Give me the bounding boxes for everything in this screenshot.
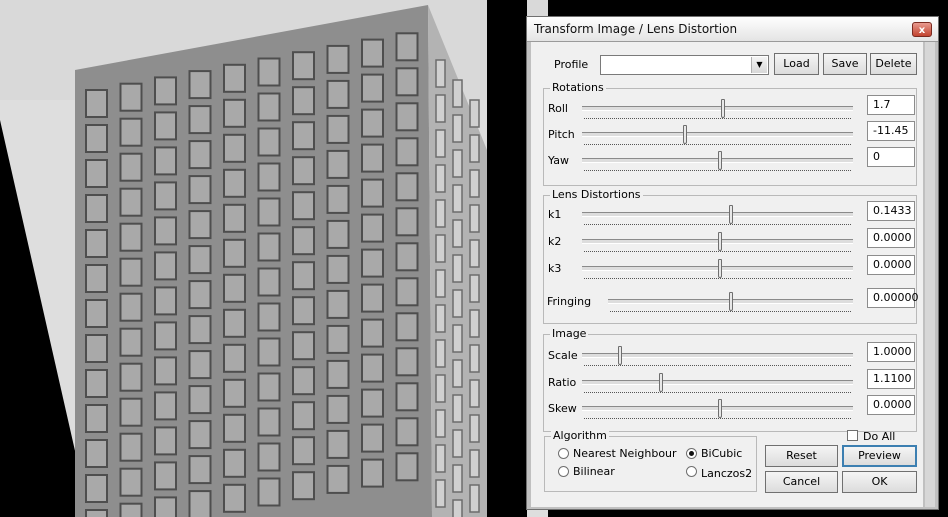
fringing-label: Fringing [547, 295, 592, 308]
ratio-value-field[interactable]: 1.1100 [867, 369, 915, 389]
ratio-slider-ticks [584, 392, 851, 394]
fringing-slider-ticks [610, 311, 851, 313]
reset-button[interactable]: Reset [765, 445, 838, 467]
delete-button[interactable]: Delete [870, 53, 917, 75]
k1-label: k1 [548, 208, 562, 221]
profile-label: Profile [554, 58, 589, 71]
roll-slider-thumb[interactable] [720, 99, 725, 118]
roll-label: Roll [548, 102, 568, 115]
dialog-title: Transform Image / Lens Distortion [534, 22, 738, 36]
k2-slider-thumb[interactable] [718, 232, 723, 251]
bilinear-label: Bilinear [573, 465, 615, 478]
ratio-slider-track[interactable] [582, 380, 853, 385]
bicubic-label: BiCubic [701, 447, 743, 460]
pitch-slider-ticks [584, 144, 851, 146]
profile-dropdown[interactable]: ▼ [600, 55, 769, 75]
k3-slider-ticks [584, 278, 851, 280]
load-button[interactable]: Load [774, 53, 819, 75]
lanczos2-label: Lanczos2 [701, 467, 753, 480]
scrollbar[interactable] [925, 42, 935, 507]
cancel-button[interactable]: Cancel [765, 471, 838, 493]
k1-slider-thumb[interactable] [729, 205, 734, 224]
algorithm-title: Algorithm [551, 429, 609, 442]
lanczos2-radio[interactable] [686, 466, 697, 477]
k1-slider-ticks [584, 224, 851, 226]
dialog-client: Profile ▼ Load Save Delete Rotations Rol… [531, 42, 923, 507]
transform-dialog: Transform Image / Lens Distortion x Prof… [526, 16, 939, 510]
roll-slider-track[interactable] [582, 106, 853, 111]
fringing-slider-thumb[interactable] [728, 292, 733, 311]
k3-value-field[interactable]: 0.0000 [867, 255, 915, 275]
bilinear-radio[interactable] [558, 466, 569, 477]
skew-value-field[interactable]: 0.0000 [867, 395, 915, 415]
image-title: Image [550, 327, 589, 340]
chevron-down-icon[interactable]: ▼ [751, 57, 767, 73]
ratio-label: Ratio [548, 376, 577, 389]
scale-slider-thumb[interactable] [617, 346, 622, 365]
pitch-label: Pitch [548, 128, 575, 141]
k1-slider-track[interactable] [582, 212, 853, 217]
yaw-value-field[interactable]: 0 [867, 147, 915, 167]
do-all-checkbox[interactable] [847, 430, 858, 441]
save-button[interactable]: Save [823, 53, 867, 75]
yaw-slider-ticks [584, 170, 851, 172]
k1-value-field[interactable]: 0.1433 [867, 201, 915, 221]
rotations-title: Rotations [550, 81, 606, 94]
pitch-slider-thumb[interactable] [682, 125, 687, 144]
yaw-label: Yaw [548, 154, 569, 167]
k2-label: k2 [548, 235, 562, 248]
k2-slider-ticks [584, 251, 851, 253]
dialog-titlebar[interactable]: Transform Image / Lens Distortion x [527, 17, 938, 42]
bicubic-radio[interactable] [686, 448, 697, 459]
pitch-slider-track[interactable] [582, 132, 853, 137]
fringing-value-field[interactable]: 0.00000 [867, 288, 919, 308]
close-icon[interactable]: x [912, 22, 932, 37]
ok-button[interactable]: OK [842, 471, 917, 493]
roll-slider-ticks [584, 118, 851, 120]
k3-slider-thumb[interactable] [718, 259, 723, 278]
k3-label: k3 [548, 262, 562, 275]
nearest-neighbour-label: Nearest Neighbour [573, 447, 677, 460]
nearest-neighbour-radio[interactable] [558, 448, 569, 459]
scale-label: Scale [548, 349, 578, 362]
skew-slider-ticks [584, 418, 851, 420]
preview-button[interactable]: Preview [842, 445, 917, 467]
skew-label: Skew [548, 402, 577, 415]
pitch-value-field[interactable]: -11.45 [867, 121, 915, 141]
scale-value-field[interactable]: 1.0000 [867, 342, 915, 362]
lens-distortions-title: Lens Distortions [550, 188, 643, 201]
ratio-slider-thumb[interactable] [658, 373, 663, 392]
yaw-slider-thumb[interactable] [718, 151, 723, 170]
do-all-label: Do All [863, 430, 896, 443]
scale-slider-track[interactable] [582, 353, 853, 358]
skew-slider-thumb[interactable] [718, 399, 723, 418]
algorithm-group: Algorithm [544, 429, 757, 492]
roll-value-field[interactable]: 1.7 [867, 95, 915, 115]
k2-value-field[interactable]: 0.0000 [867, 228, 915, 248]
scale-slider-ticks [584, 365, 851, 367]
